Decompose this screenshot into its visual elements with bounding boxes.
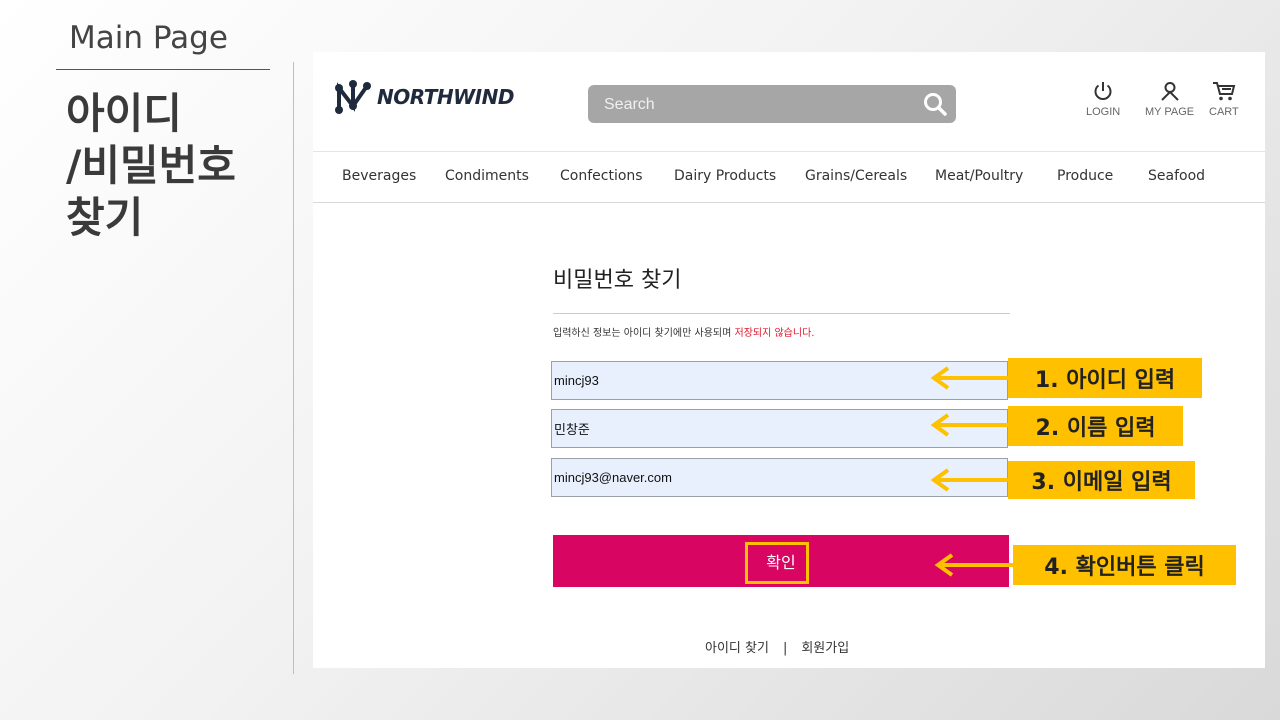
search-icon[interactable] xyxy=(922,91,948,117)
nav-item-beverages[interactable]: Beverages xyxy=(342,168,416,184)
find-id-link[interactable]: 아이디 찾기 xyxy=(705,641,769,656)
cart-label: CART xyxy=(1209,106,1239,118)
form-title: 비밀번호 찾기 xyxy=(553,268,682,293)
cart-button[interactable]: CART xyxy=(1209,80,1239,118)
cart-icon xyxy=(1212,82,1236,101)
my-page-label: MY PAGE xyxy=(1145,106,1195,118)
logo-text: NORTHWIND xyxy=(377,85,514,109)
slide-label: Main Page xyxy=(69,20,228,56)
slide-divider xyxy=(56,69,270,70)
logo-mark-icon xyxy=(335,80,371,114)
step-4-callout: 4. 확인버튼 클릭 xyxy=(1013,545,1236,585)
nav-item-confections[interactable]: Confections xyxy=(560,168,643,184)
step-2-callout: 2. 이름 입력 xyxy=(1008,406,1183,446)
user-icon xyxy=(1160,82,1179,101)
footer-separator: | xyxy=(782,641,788,656)
privacy-notice: 입력하신 정보는 아이디 찾기에만 사용되며 저장되지 않습니다. xyxy=(553,324,814,339)
signup-link[interactable]: 회원가입 xyxy=(801,641,849,656)
footer-links: 아이디 찾기 | 회원가입 xyxy=(705,637,849,656)
nav-item-grains-cereals[interactable]: Grains/Cereals xyxy=(805,168,907,184)
arrow-left-icon xyxy=(930,366,1010,390)
step-1-callout: 1. 아이디 입력 xyxy=(1008,358,1202,398)
nav-item-dairy-products[interactable]: Dairy Products xyxy=(674,168,776,184)
my-page-button[interactable]: MY PAGE xyxy=(1145,80,1194,118)
notice-text: 입력하신 정보는 아이디 찾기에만 사용되며 xyxy=(553,328,735,339)
search-bar xyxy=(588,85,956,125)
form-divider xyxy=(553,313,1010,314)
search-input[interactable] xyxy=(602,85,906,125)
northwind-logo[interactable]: NORTHWIND xyxy=(333,78,514,116)
arrow-left-icon xyxy=(930,413,1010,437)
slide-vertical-divider xyxy=(293,62,294,674)
nav-item-seafood[interactable]: Seafood xyxy=(1148,168,1205,184)
nav-item-produce[interactable]: Produce xyxy=(1057,168,1113,184)
nav-item-meat-poultry[interactable]: Meat/Poultry xyxy=(935,168,1023,184)
step-3-callout: 3. 이메일 입력 xyxy=(1008,461,1195,499)
arrow-left-icon xyxy=(930,468,1010,492)
power-icon xyxy=(1094,82,1112,100)
category-nav: Beverages Condiments Confections Dairy P… xyxy=(313,151,1265,203)
login-button[interactable]: LOGIN xyxy=(1086,80,1120,118)
login-label: LOGIN xyxy=(1086,106,1121,118)
confirm-highlight-box xyxy=(745,542,809,584)
slide-title: 아이디 /비밀번호 찾기 xyxy=(66,89,236,242)
notice-highlight: 저장되지 않습니다. xyxy=(734,328,815,339)
nav-item-condiments[interactable]: Condiments xyxy=(445,168,529,184)
arrow-left-icon xyxy=(934,553,1014,577)
